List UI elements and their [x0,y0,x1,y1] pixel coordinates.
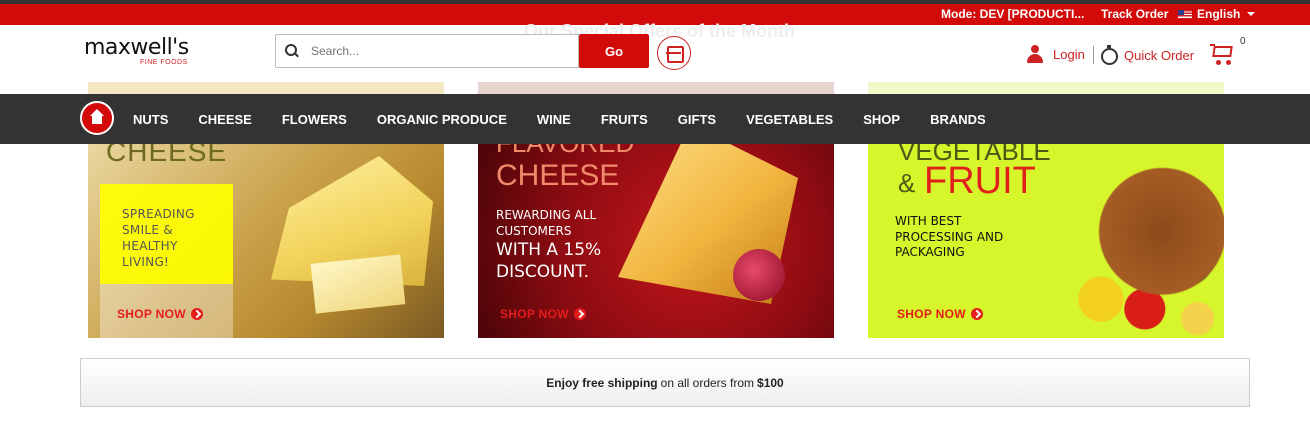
arrow-right-icon [573,308,586,320]
nav-item-brands[interactable]: BRANDS [930,112,986,127]
banner-cheese-top-strip [88,82,444,94]
nav-item-fruits[interactable]: FRUITS [601,112,648,127]
track-order-link[interactable]: Track Order [1101,7,1168,21]
banner-discount-text: WITH A 15% DISCOUNT. [496,240,602,282]
shop-now-label: SHOP NOW [897,307,966,321]
nav-item-wine[interactable]: WINE [537,112,571,127]
pomegranate-image [733,249,785,301]
cart-icon[interactable] [1210,42,1236,66]
shop-now-button[interactable]: SHOP NOW [897,307,983,321]
chevron-down-icon [1247,12,1256,16]
banner-flavored-cheese[interactable]: FLAVORED CHEESE REWARDING ALL CUSTOMERS … [478,144,834,338]
quick-order-label: Quick Order [1124,47,1195,63]
banner-vegetable-fruit-top-strip [868,82,1224,94]
banner-tagline: REWARDING ALL CUSTOMERS [496,208,597,238]
banner-cheese[interactable]: CHEESE SPREADING SMILE & HEALTHY LIVING!… [88,144,444,338]
banner-heading-line2: CHEESE [496,159,620,192]
nav-item-cheese[interactable]: CHEESE [198,112,251,127]
free-shipping-emphasis: Enjoy free shipping [546,375,658,390]
produce-basket-image [1048,144,1224,338]
free-shipping-text: on all orders from [660,375,755,390]
banner-heading: CHEESE [106,144,228,167]
barcode-scan-icon[interactable] [657,36,691,70]
search-box [275,34,579,68]
logo-wordmark: maxwell's [84,35,189,60]
language-label: English [1197,7,1241,21]
banner-tagline: WITH BEST PROCESSING AND PACKAGING [895,214,1004,259]
main-navigation: NUTS CHEESE FLOWERS ORGANIC PRODUCE WINE… [0,94,1310,144]
arrow-right-icon [190,308,203,320]
banner-heading-ampersand: & [898,168,916,198]
banner-tagline: SPREADING SMILE & HEALTHY LIVING! [122,207,195,269]
cheese-slice-image [310,254,406,314]
free-shipping-threshold: $100 [757,375,784,390]
cart-count-badge: 0 [1240,36,1246,47]
search-go-button[interactable]: Go [579,34,649,68]
site-logo[interactable]: maxwell's FINE FOODS [84,35,189,67]
nav-item-flowers[interactable]: FLOWERS [282,112,347,127]
language-selector[interactable]: English [1178,7,1256,21]
stopwatch-icon [1100,45,1118,65]
shop-now-button[interactable]: SHOP NOW [117,307,203,321]
user-icon [1027,45,1043,63]
header-divider [1093,46,1094,64]
home-icon[interactable] [80,101,114,135]
quick-order-link[interactable]: Quick Order [1100,45,1194,65]
nav-item-organic-produce[interactable]: ORGANIC PRODUCE [377,112,507,127]
banner-heading-line1: FLAVORED [496,144,634,159]
login-label: Login [1053,46,1085,62]
nav-item-gifts[interactable]: GIFTS [678,112,716,127]
arrow-right-icon [970,308,983,320]
free-shipping-banner: Enjoy free shipping on all orders from $… [80,358,1250,407]
shop-now-button[interactable]: SHOP NOW [500,307,586,321]
nav-item-vegetables[interactable]: VEGETABLES [746,112,833,127]
us-flag-icon [1178,9,1192,19]
shop-now-label: SHOP NOW [500,307,569,321]
logo-tagline: FINE FOODS [140,59,188,66]
nav-item-shop[interactable]: SHOP [863,112,900,127]
banner-flavored-cheese-top-strip [478,82,834,94]
banner-vegetable-fruit[interactable]: VEGETABLE & FRUIT WITH BEST PROCESSING A… [868,144,1224,338]
banner-heading-line2: FRUIT [924,160,1036,202]
nav-item-nuts[interactable]: NUTS [133,112,168,127]
environment-mode-label: Mode: DEV [PRODUCTI... [941,7,1085,21]
login-link[interactable]: Login [1027,45,1085,63]
shop-now-label: SHOP NOW [117,307,186,321]
search-icon [285,44,299,58]
search-input[interactable] [311,44,561,58]
